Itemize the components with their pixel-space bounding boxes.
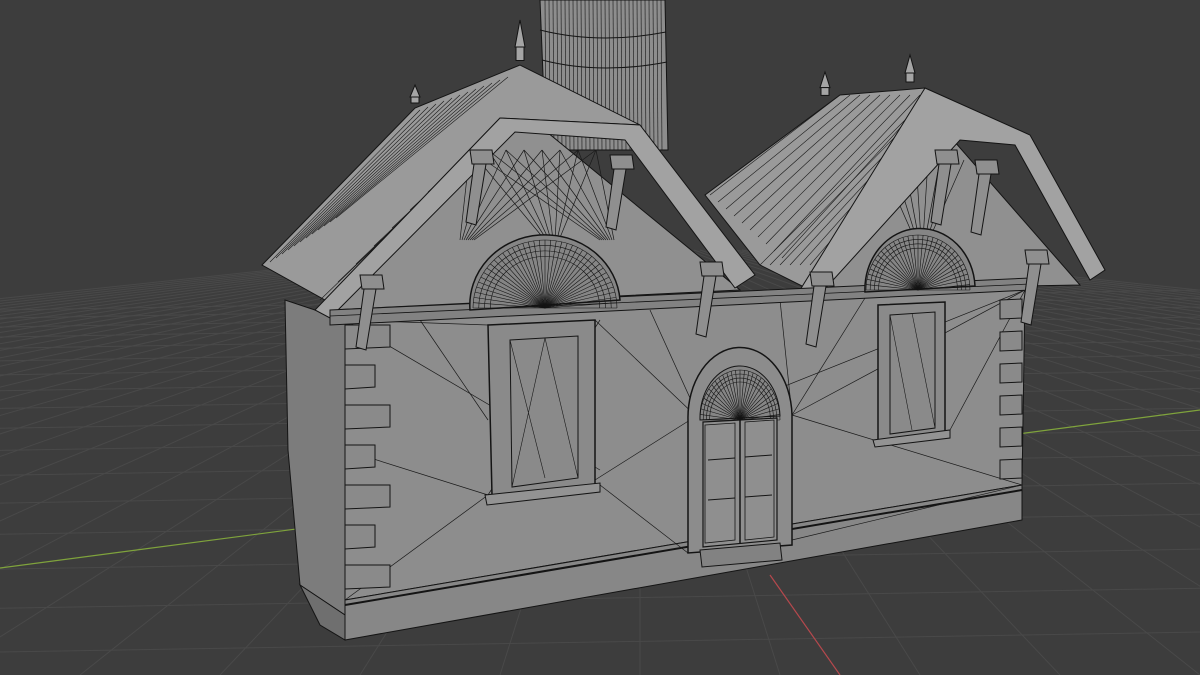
left-window[interactable]: [484, 319, 601, 506]
entrance-door[interactable]: [687, 346, 793, 568]
viewport-canvas[interactable]: [0, 0, 1200, 675]
3d-viewport[interactable]: [0, 0, 1200, 675]
right-window[interactable]: [872, 301, 951, 448]
